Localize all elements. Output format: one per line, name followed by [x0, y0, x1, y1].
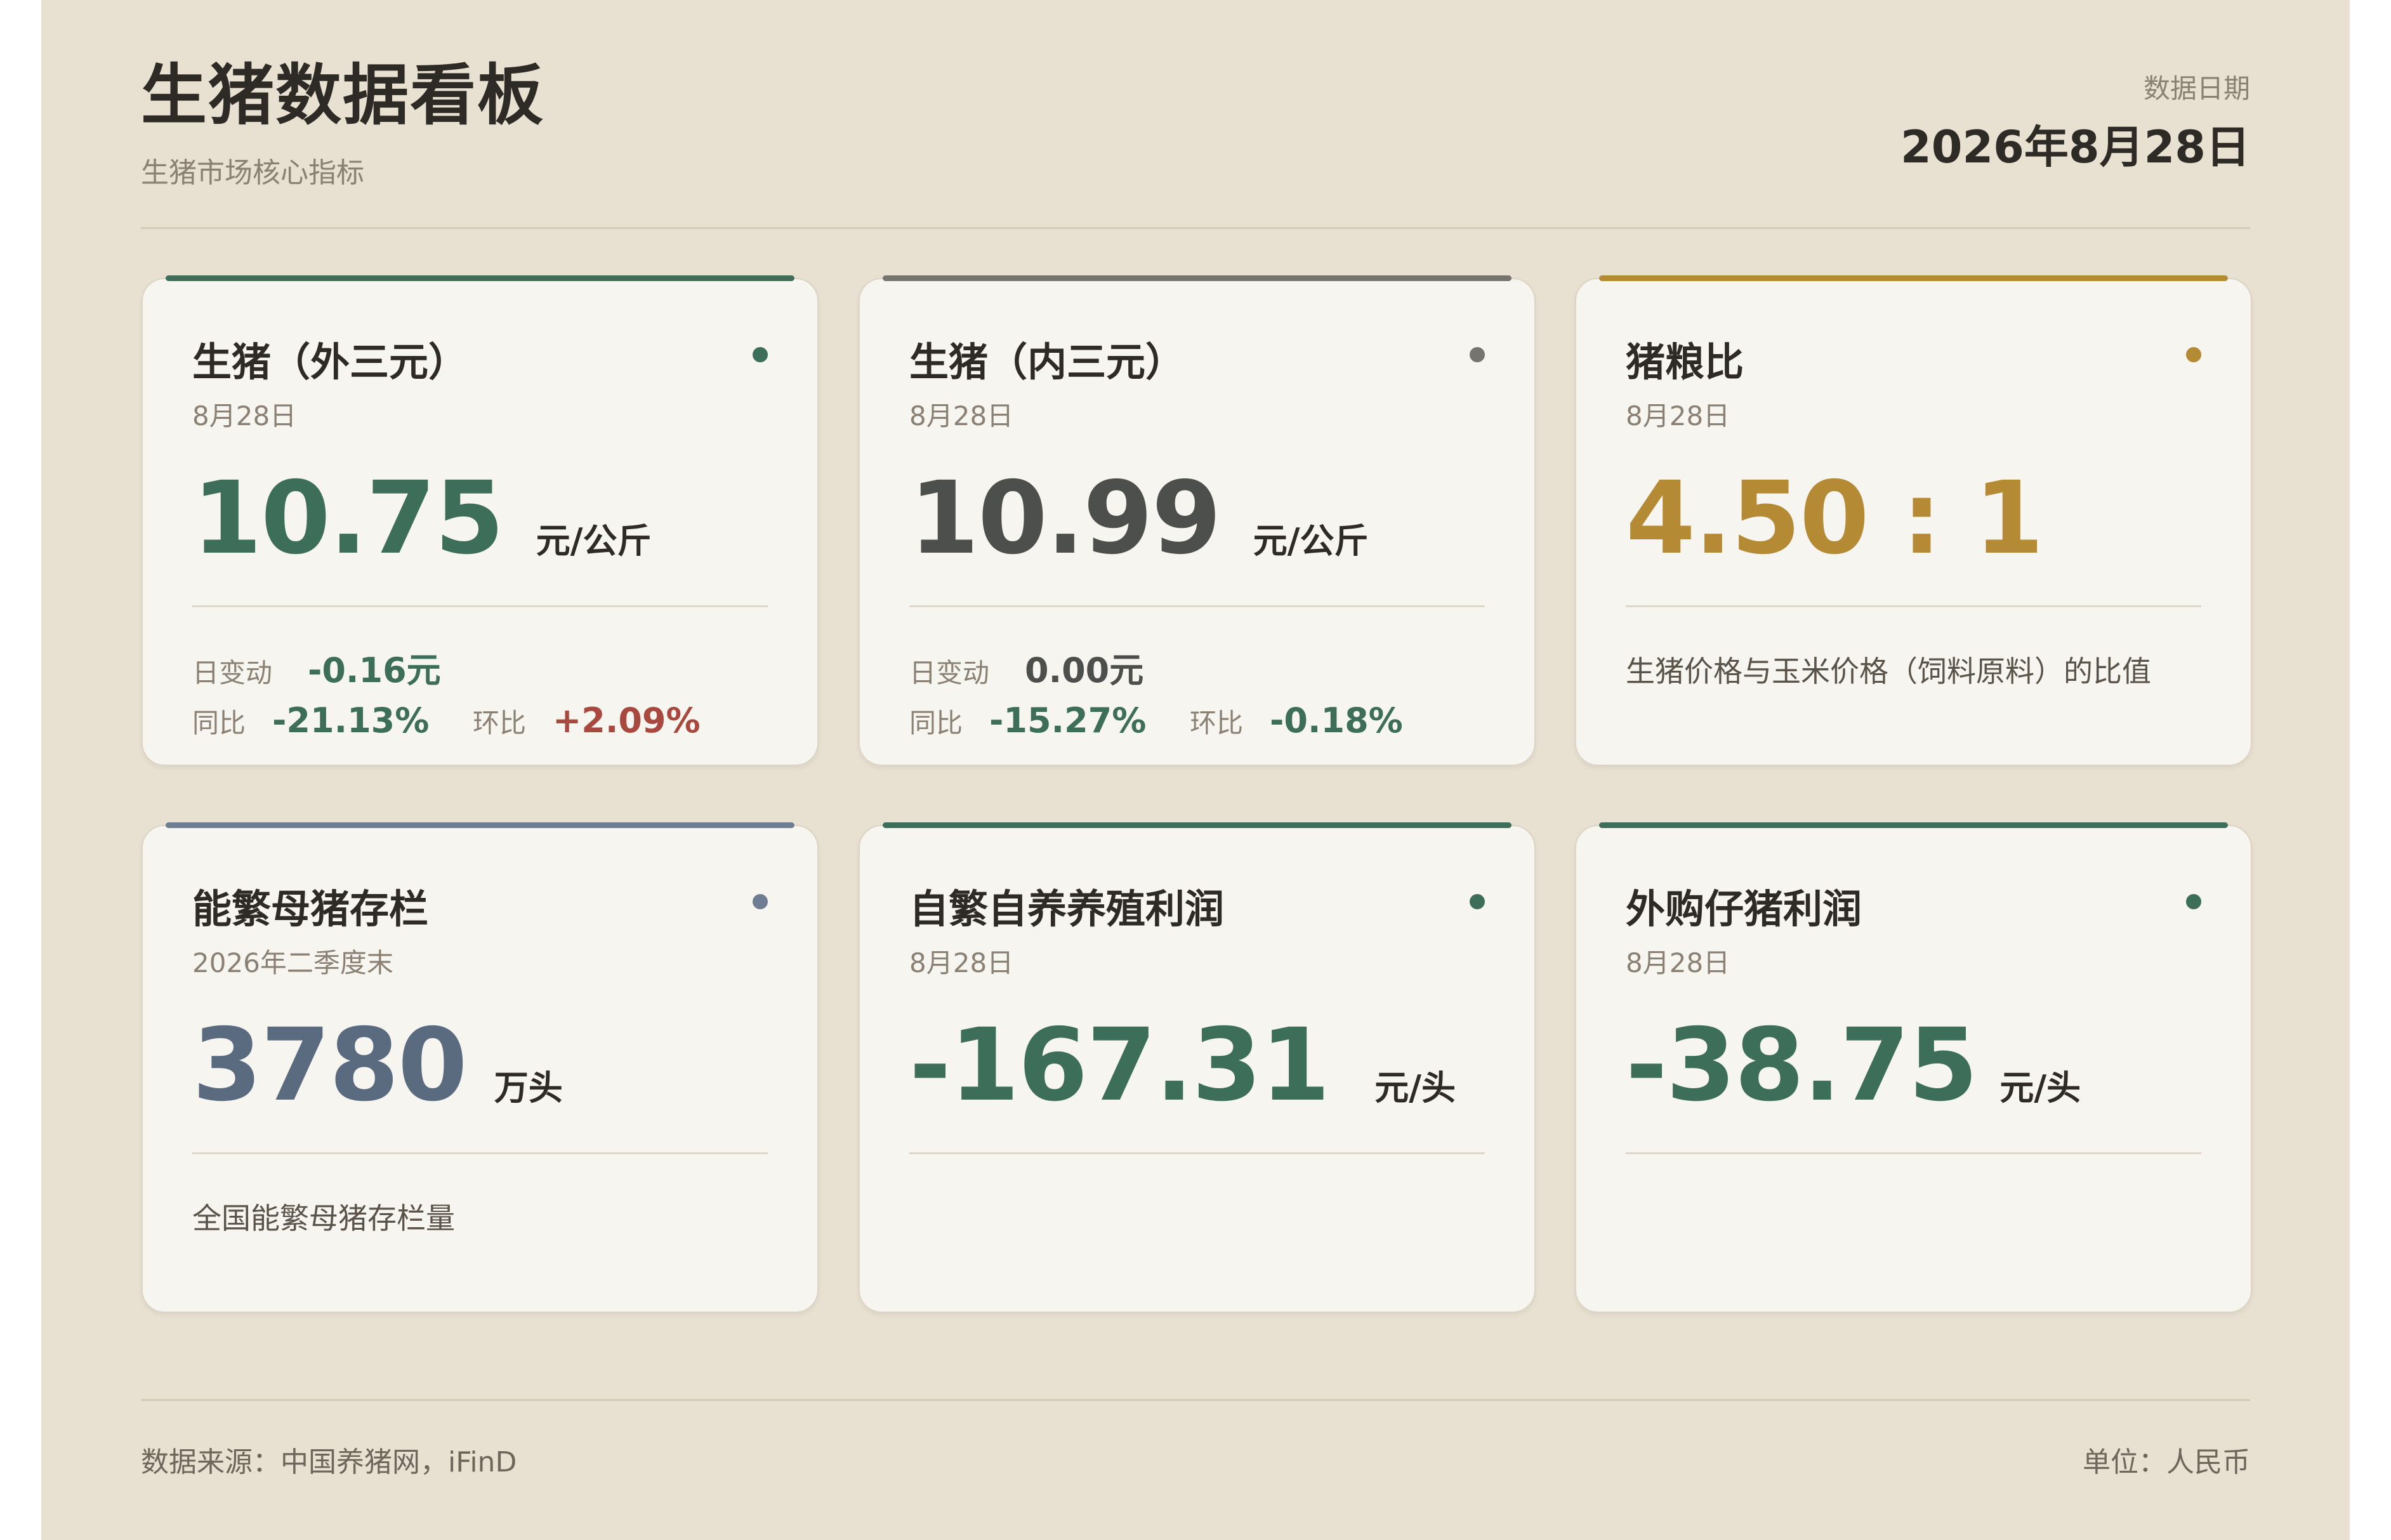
data-date-label: 数据日期 — [2143, 73, 2250, 104]
card-divider — [192, 605, 768, 607]
card-title: 自繁自养养殖利润 — [909, 886, 1225, 932]
status-dot-icon — [753, 347, 768, 362]
card-divider — [192, 1152, 768, 1154]
card-internal-hog-price: 生猪（内三元） 8月28日 10.99 元/公斤 日变动 0.00元 同比 -15.2… — [859, 275, 1536, 766]
card-date: 8月28日 — [909, 400, 1014, 431]
card-value: 3780 万头 — [192, 1011, 563, 1142]
card-divider — [1626, 1152, 2201, 1154]
value-unit: 万头 — [494, 1068, 563, 1108]
card-accent-bar — [166, 275, 794, 281]
value-unit: 元/头 — [1999, 1068, 2081, 1108]
card-title: 能繁母猪存栏 — [192, 886, 429, 932]
card-title: 猪粮比 — [1626, 339, 1744, 385]
yoy-value: -15.27% — [989, 701, 1147, 740]
card-title: 外购仔猪利润 — [1626, 886, 1862, 932]
value-unit: 元/公斤 — [1253, 521, 1369, 561]
status-dot-icon — [753, 894, 768, 909]
data-date-value: 2026年8月28日 — [1900, 121, 2250, 173]
card-value: -38.75 元/头 — [1626, 1011, 2081, 1142]
mom-value: -0.18% — [1270, 701, 1403, 740]
footer-divider — [141, 1399, 2250, 1401]
card-accent-bar — [166, 822, 794, 828]
header-divider — [141, 227, 2250, 229]
mom-row: 环比 +2.09% — [473, 701, 701, 740]
card-value: 10.99 元/公斤 — [909, 464, 1369, 595]
value-unit: 元/头 — [1374, 1068, 1456, 1108]
status-dot-icon — [2186, 894, 2201, 909]
yoy-row: 同比 -21.13% — [192, 701, 429, 740]
currency-unit-note: 单位：人民币 — [2083, 1446, 2250, 1478]
card-date: 8月28日 — [1626, 947, 1730, 978]
value-unit: 元/公斤 — [536, 521, 652, 561]
mom-label: 环比 — [1190, 707, 1244, 739]
daily-change-value: 0.00元 — [1025, 650, 1144, 690]
card-accent-bar — [1599, 822, 2228, 828]
card-description: 生猪价格与玉米价格（饲料原料）的比值 — [1626, 654, 2151, 688]
card-external-hog-price: 生猪（外三元） 8月28日 10.75 元/公斤 日变动 -0.16元 同比 -21.… — [142, 275, 819, 766]
page-subtitle: 生猪市场核心指标 — [141, 157, 364, 189]
page-title: 生猪数据看板 — [141, 56, 545, 134]
yoy-label: 同比 — [909, 707, 963, 739]
card-value: 4.50 : 1 — [1626, 464, 2044, 572]
data-source-note: 数据来源：中国养猪网，iFinD — [141, 1446, 517, 1478]
value-number: -38.75 — [1626, 1007, 1978, 1124]
yoy-value: -21.13% — [272, 701, 430, 740]
card-title: 生猪（内三元） — [909, 339, 1185, 385]
card-date: 2026年二季度末 — [192, 947, 393, 978]
card-purchased-piglet-profit: 外购仔猪利润 8月28日 -38.75 元/头 — [1575, 822, 2252, 1313]
mom-label: 环比 — [473, 707, 527, 739]
status-dot-icon — [2186, 347, 2201, 362]
card-date: 8月28日 — [192, 400, 297, 431]
value-number: 10.75 — [192, 460, 504, 577]
card-divider — [1626, 605, 2201, 607]
card-accent-bar — [1599, 275, 2228, 281]
card-breeding-sow-inventory: 能繁母猪存栏 2026年二季度末 3780 万头 全国能繁母猪存栏量 — [142, 822, 819, 1313]
daily-change-row: 日变动 0.00元 — [909, 642, 1143, 692]
card-title: 生猪（外三元） — [192, 339, 468, 385]
value-number: 4.50 : 1 — [1626, 460, 2044, 577]
card-date: 8月28日 — [1626, 400, 1730, 431]
mom-value: +2.09% — [553, 701, 701, 740]
card-value: 10.75 元/公斤 — [192, 464, 652, 595]
dashboard-board: 生猪数据看板 生猪市场核心指标 数据日期 2026年8月28日 生猪（外三元） … — [41, 0, 2350, 1540]
daily-change-row: 日变动 -0.16元 — [192, 642, 441, 692]
card-hog-grain-ratio: 猪粮比 8月28日 4.50 : 1 生猪价格与玉米价格（饲料原料）的比值 — [1575, 275, 2252, 766]
status-dot-icon — [1470, 347, 1485, 362]
daily-change-label: 日变动 — [192, 657, 273, 688]
card-accent-bar — [883, 822, 1512, 828]
status-dot-icon — [1470, 894, 1485, 909]
daily-change-label: 日变动 — [909, 657, 990, 688]
card-value: -167.31 元/头 — [909, 1011, 1456, 1142]
value-number: -167.31 — [909, 1007, 1330, 1124]
yoy-label: 同比 — [192, 707, 246, 739]
card-divider — [909, 1152, 1485, 1154]
card-date: 8月28日 — [909, 947, 1014, 978]
dashboard-header: 生猪数据看板 生猪市场核心指标 数据日期 2026年8月28日 — [141, 51, 2250, 227]
card-divider — [909, 605, 1485, 607]
card-self-breeding-profit: 自繁自养养殖利润 8月28日 -167.31 元/头 — [859, 822, 1536, 1313]
card-description: 全国能繁母猪存栏量 — [192, 1201, 455, 1235]
daily-change-value: -0.16元 — [308, 650, 441, 690]
mom-row: 环比 -0.18% — [1190, 701, 1403, 740]
value-number: 3780 — [192, 1007, 468, 1124]
card-accent-bar — [883, 275, 1512, 281]
yoy-row: 同比 -15.27% — [909, 701, 1146, 740]
value-number: 10.99 — [909, 460, 1222, 577]
